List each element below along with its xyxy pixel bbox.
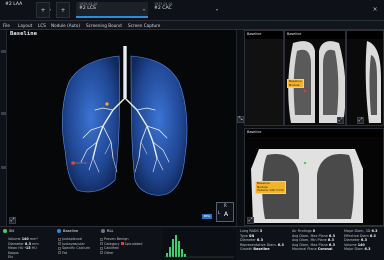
left-lung bbox=[130, 55, 188, 196]
swap-icon[interactable]: ⤡ bbox=[237, 116, 244, 123]
findings-table: Air Findings 0 Avg Diam, Max Plane 6.3 A… bbox=[292, 229, 342, 252]
nodule-marker-orange bbox=[105, 102, 109, 106]
findings-row: Maximal Plane Coronal bbox=[292, 247, 333, 252]
lung-render bbox=[62, 46, 188, 196]
metrics-table: Volume 140 mm³ Diameter 6.3 mm Mean HU -… bbox=[8, 237, 56, 260]
orientation-center-label: A bbox=[224, 211, 229, 218]
3d-lung-view[interactable]: Baseline R L A BPG ⤢ bbox=[7, 30, 236, 226]
ct-pane-sagittal[interactable]: ⤢ bbox=[346, 30, 384, 126]
checklist: Juxtapleural Juxtavascular Specific Calc… bbox=[58, 237, 98, 255]
status-dot bbox=[3, 229, 7, 233]
location-tag: RLL bbox=[107, 229, 114, 233]
status-dot bbox=[57, 229, 61, 233]
nodule-id: SN bbox=[9, 229, 14, 233]
nodule-id-chip[interactable]: SN bbox=[2, 228, 52, 234]
lungrads-table: Lung RADS 3 Type SN Diameter 6.3 Represe… bbox=[240, 229, 290, 252]
menu-lcs[interactable]: LCS bbox=[38, 22, 46, 29]
location-chip[interactable]: RLL bbox=[100, 228, 130, 234]
tab-lcs-label: #2 LCS bbox=[79, 6, 96, 11]
nodule-info-panel: SN Baseline RLL Volume 140 mm³ Diameter … bbox=[0, 226, 384, 260]
tool-icon[interactable] bbox=[1, 166, 6, 169]
ct-pane-coronal[interactable]: Baseline Baseline Nodule ⤢ bbox=[284, 30, 346, 126]
chevron-down-icon[interactable]: ▾ bbox=[216, 7, 218, 12]
ct-pane-axial-top-left[interactable]: Baseline bbox=[244, 30, 284, 126]
nodule-callout: Baseline Nodule Volume 140 mm3 bbox=[255, 181, 286, 194]
right-lung bbox=[62, 55, 121, 193]
series-chip[interactable]: Baseline bbox=[56, 228, 98, 234]
tab-cac-label: #2 CAC bbox=[154, 6, 172, 11]
status-dot bbox=[101, 229, 105, 233]
tool-icon[interactable] bbox=[1, 50, 6, 53]
tab-lcs[interactable]: 1975.01.01 #2 LCS ▾ bbox=[76, 2, 148, 18]
menu-layout[interactable]: Layout bbox=[18, 22, 32, 29]
left-toolbar bbox=[0, 30, 7, 226]
menu-screening-bound[interactable]: Screening Bound bbox=[86, 22, 122, 29]
menu-screen-capture[interactable]: Screen Capture bbox=[128, 22, 160, 29]
add-tab-button[interactable]: + bbox=[36, 2, 50, 18]
menu-bar: File Layout LCS Nodule (Auto) Screening … bbox=[0, 21, 384, 30]
chevron-down-icon[interactable]: ▾ bbox=[143, 7, 145, 12]
nodule-callout: Baseline Nodule bbox=[287, 79, 304, 89]
add-tab-button-2[interactable]: + bbox=[56, 2, 70, 18]
expand-icon[interactable]: ⤢ bbox=[357, 117, 364, 124]
fullscreen-icon[interactable]: ⤢ bbox=[9, 217, 16, 224]
orientation-cube[interactable]: R L A bbox=[216, 202, 234, 222]
checklist-item[interactable]: Fat bbox=[58, 251, 98, 256]
menu-nodule-auto[interactable]: Nodule (Auto) bbox=[51, 22, 80, 29]
ct-pane-axial[interactable]: Baseline Baseline Nodule Volume 140 mm3 … bbox=[244, 128, 384, 226]
tab-cac[interactable]: 1975.01.01 #2 CAC ▾ bbox=[151, 2, 221, 18]
ct-image bbox=[245, 39, 283, 125]
menu-file[interactable]: File bbox=[3, 22, 10, 29]
view-toolbar: ⤡ bbox=[236, 30, 244, 226]
series-tag: Baseline bbox=[63, 229, 79, 233]
density-histogram bbox=[162, 229, 236, 259]
category-list: Proven Benign Category Spiculated Calcif… bbox=[100, 237, 160, 255]
expand-icon[interactable]: ⤢ bbox=[247, 217, 254, 224]
orientation-top-label: R bbox=[224, 203, 227, 208]
lungrads-row: Growth Baseline bbox=[240, 247, 270, 252]
study-tab-bar: #2 LAA ▾ 1975.01.01 #2 LCS ▾ 1975.01.01 … bbox=[0, 0, 384, 21]
category-item[interactable]: Other bbox=[100, 251, 160, 256]
metric-row: Etc bbox=[8, 255, 14, 260]
expand-icon[interactable]: ⤢ bbox=[337, 117, 344, 124]
extra-row: Major Diam 6.3 bbox=[344, 247, 371, 252]
ct-image bbox=[245, 137, 383, 225]
orientation-left-label: L bbox=[218, 210, 221, 215]
nodule-callout-line: Volume 140 mm3 bbox=[257, 188, 284, 193]
ct-image bbox=[347, 39, 383, 125]
close-icon[interactable]: × bbox=[368, 2, 382, 18]
tool-icon[interactable] bbox=[1, 112, 6, 115]
nodule-callout-line: Nodule bbox=[289, 82, 300, 87]
extra-table: Major Diam, 3D 6.3 Effective Diam 6.3 Di… bbox=[344, 229, 384, 252]
bpg-badge[interactable]: BPG bbox=[202, 214, 212, 219]
